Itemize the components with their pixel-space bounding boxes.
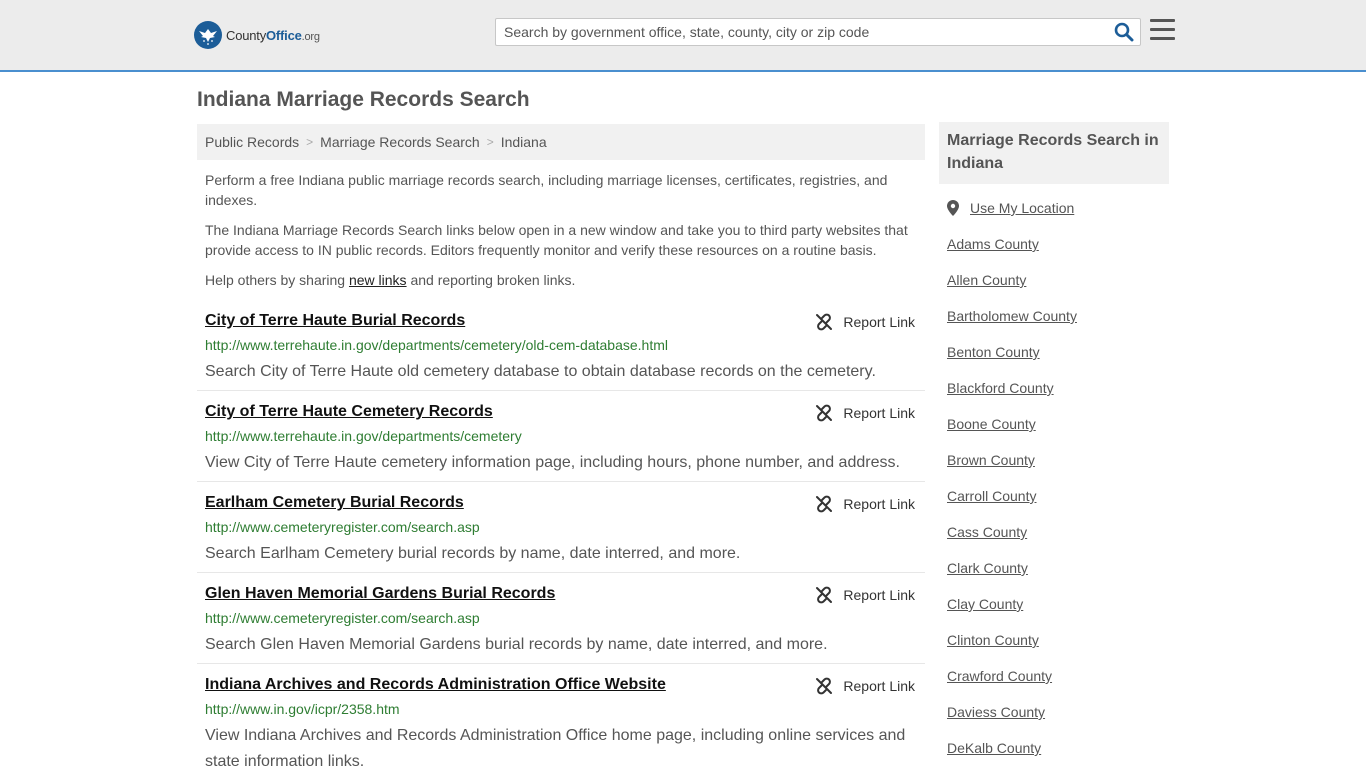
county-link-dekalb[interactable]: DeKalb County	[947, 740, 1041, 756]
site-header: CountyOffice.org	[0, 0, 1366, 72]
county-link-boone[interactable]: Boone County	[947, 416, 1036, 432]
result-title-link[interactable]: Indiana Archives and Records Administrat…	[205, 676, 666, 694]
list-item: Bartholomew County	[947, 308, 1077, 344]
share-paragraph: Help others by sharing new links and rep…	[205, 272, 576, 288]
search-icon[interactable]	[1114, 22, 1134, 42]
result-title-link[interactable]: Glen Haven Memorial Gardens Burial Recor…	[205, 585, 555, 603]
list-item: Boone County	[947, 416, 1077, 452]
list-item: Carroll County	[947, 488, 1077, 524]
county-link-adams[interactable]: Adams County	[947, 236, 1039, 252]
list-item: Blackford County	[947, 380, 1077, 416]
county-list: Adams County Allen County Bartholomew Co…	[947, 236, 1077, 776]
result-url: http://www.in.gov/icpr/2358.htm	[205, 701, 400, 717]
list-item: Cass County	[947, 524, 1077, 560]
list-item: Brown County	[947, 452, 1077, 488]
list-item: Crawford County	[947, 668, 1077, 704]
result-item: Indiana Archives and Records Administrat…	[197, 664, 925, 770]
report-link-button[interactable]: Report Link	[815, 586, 915, 604]
result-url: http://www.terrehaute.in.gov/departments…	[205, 428, 522, 444]
list-item: Daviess County	[947, 704, 1077, 740]
result-item: City of Terre Haute Cemetery Records Rep…	[197, 391, 925, 482]
breadcrumb-separator: >	[306, 135, 314, 149]
page-title: Indiana Marriage Records Search	[197, 88, 530, 111]
intro-paragraph: Perform a free Indiana public marriage r…	[205, 172, 888, 208]
list-item: Allen County	[947, 272, 1077, 308]
use-my-location-link[interactable]: Use My Location	[947, 200, 1074, 216]
county-link-cass[interactable]: Cass County	[947, 524, 1027, 540]
county-link-carroll[interactable]: Carroll County	[947, 488, 1036, 504]
result-item: Glen Haven Memorial Gardens Burial Recor…	[197, 573, 925, 664]
site-logo[interactable]: CountyOffice.org	[194, 20, 320, 50]
result-description: Search Earlham Cemetery burial records b…	[205, 545, 741, 562]
result-url: http://www.cemeteryregister.com/search.a…	[205, 519, 480, 535]
map-pin-icon	[947, 200, 959, 216]
result-description: View City of Terre Haute cemetery inform…	[205, 454, 900, 471]
report-link-button[interactable]: Report Link	[815, 495, 915, 513]
breadcrumb-current: Indiana	[500, 134, 547, 150]
list-item: Clark County	[947, 560, 1077, 596]
county-link-clinton[interactable]: Clinton County	[947, 632, 1039, 648]
list-item: DeKalb County	[947, 740, 1077, 776]
broken-link-icon	[816, 586, 833, 604]
county-link-clay[interactable]: Clay County	[947, 596, 1023, 612]
disclaimer-paragraph: The Indiana Marriage Records Search link…	[205, 222, 908, 258]
list-item: Adams County	[947, 236, 1077, 272]
sidebar-heading-box: Marriage Records Search in Indiana	[939, 122, 1169, 184]
result-title-link[interactable]: Earlham Cemetery Burial Records	[205, 494, 464, 512]
list-item: Benton County	[947, 344, 1077, 380]
result-item: City of Terre Haute Burial Records Repor…	[197, 300, 925, 391]
results-list: City of Terre Haute Burial Records Repor…	[197, 300, 925, 770]
county-link-brown[interactable]: Brown County	[947, 452, 1035, 468]
county-link-blackford[interactable]: Blackford County	[947, 380, 1054, 396]
list-item: Clinton County	[947, 632, 1077, 668]
result-description: View Indiana Archives and Records Admini…	[205, 727, 906, 770]
result-url: http://www.terrehaute.in.gov/departments…	[205, 337, 668, 353]
broken-link-icon	[816, 677, 833, 695]
report-link-button[interactable]: Report Link	[815, 677, 915, 695]
new-links-link[interactable]: new links	[349, 272, 407, 288]
breadcrumb: Public Records > Marriage Records Search…	[197, 124, 925, 160]
result-title-link[interactable]: City of Terre Haute Cemetery Records	[205, 403, 493, 421]
breadcrumb-separator: >	[486, 135, 494, 149]
county-link-daviess[interactable]: Daviess County	[947, 704, 1045, 720]
sidebar-title: Marriage Records Search in Indiana	[947, 132, 1159, 172]
broken-link-icon	[816, 495, 833, 513]
search-bar	[495, 18, 1141, 46]
report-link-button[interactable]: Report Link	[815, 313, 915, 331]
eagle-logo-icon	[194, 21, 222, 49]
list-item: Clay County	[947, 596, 1077, 632]
report-link-button[interactable]: Report Link	[815, 404, 915, 422]
county-link-clark[interactable]: Clark County	[947, 560, 1028, 576]
breadcrumb-public-records[interactable]: Public Records	[205, 134, 299, 150]
logo-text: CountyOffice.org	[226, 27, 320, 43]
county-link-bartholomew[interactable]: Bartholomew County	[947, 308, 1077, 324]
county-link-benton[interactable]: Benton County	[947, 344, 1040, 360]
breadcrumb-marriage-records-search[interactable]: Marriage Records Search	[320, 134, 480, 150]
result-url: http://www.cemeteryregister.com/search.a…	[205, 610, 480, 626]
result-title-link[interactable]: City of Terre Haute Burial Records	[205, 312, 465, 330]
county-link-crawford[interactable]: Crawford County	[947, 668, 1052, 684]
county-link-allen[interactable]: Allen County	[947, 272, 1026, 288]
search-input[interactable]	[496, 20, 1104, 44]
result-description: Search Glen Haven Memorial Gardens buria…	[205, 636, 828, 653]
hamburger-menu-icon[interactable]	[1150, 19, 1175, 41]
broken-link-icon	[816, 313, 833, 331]
broken-link-icon	[816, 404, 833, 422]
result-description: Search City of Terre Haute old cemetery …	[205, 363, 876, 380]
result-item: Earlham Cemetery Burial Records Report L…	[197, 482, 925, 573]
